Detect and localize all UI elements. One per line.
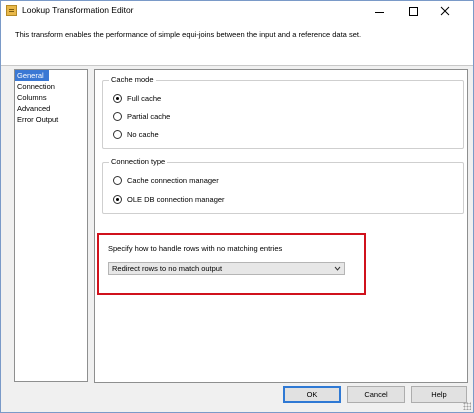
connection-type-group: Connection type Cache connection manager… — [102, 157, 464, 214]
maximize-icon — [408, 6, 418, 16]
radio-full-cache[interactable]: Full cache — [113, 93, 161, 104]
close-icon — [440, 6, 450, 16]
radio-label: Full cache — [127, 94, 162, 103]
window-title: Lookup Transformation Editor — [22, 5, 134, 15]
general-page-panel: Cache mode Full cache Partial cache No c… — [94, 69, 468, 383]
resize-grip[interactable] — [463, 402, 471, 410]
radio-partial-cache[interactable]: Partial cache — [113, 111, 170, 122]
chevron-down-icon — [334, 266, 341, 271]
radio-indicator[interactable] — [113, 195, 122, 204]
nav-item-columns[interactable]: Columns — [15, 92, 87, 103]
cache-mode-group: Cache mode Full cache Partial cache No c… — [102, 75, 464, 149]
help-button[interactable]: Help — [411, 386, 467, 403]
radio-oledb-connection-manager[interactable]: OLE DB connection manager — [113, 194, 225, 205]
radio-label: Partial cache — [127, 112, 171, 121]
radio-indicator[interactable] — [113, 94, 122, 103]
header-divider — [1, 65, 473, 66]
minimize-icon — [374, 11, 384, 13]
cache-mode-title: Cache mode — [109, 75, 156, 84]
radio-indicator[interactable] — [113, 130, 122, 139]
connection-type-title: Connection type — [109, 157, 168, 166]
title-bar[interactable]: Lookup Transformation Editor — [1, 1, 473, 21]
close-button[interactable] — [429, 1, 461, 21]
nav-item-general[interactable]: General — [15, 70, 49, 81]
no-match-dropdown[interactable]: Redirect rows to no match output — [108, 262, 345, 275]
radio-indicator[interactable] — [113, 112, 122, 121]
app-icon — [6, 5, 17, 16]
radio-no-cache[interactable]: No cache — [113, 129, 159, 140]
ok-button[interactable]: OK — [283, 386, 341, 403]
no-match-selected-value: Redirect rows to no match output — [112, 264, 223, 273]
radio-label: OLE DB connection manager — [127, 195, 225, 204]
maximize-button[interactable] — [397, 1, 429, 21]
header-area: This transform enables the performance o… — [1, 21, 473, 66]
radio-cache-connection-manager[interactable]: Cache connection manager — [113, 175, 219, 186]
lookup-editor-window: Lookup Transformation Editor This transf… — [0, 0, 474, 413]
minimize-button[interactable] — [363, 1, 395, 21]
nav-item-advanced[interactable]: Advanced — [15, 103, 87, 114]
radio-label: No cache — [127, 130, 159, 139]
radio-indicator[interactable] — [113, 176, 122, 185]
nav-item-error-output[interactable]: Error Output — [15, 114, 87, 125]
no-match-label: Specify how to handle rows with no match… — [108, 244, 283, 253]
page-nav-list: General Connection Columns Advanced Erro… — [14, 69, 88, 382]
editor-description: This transform enables the performance o… — [15, 30, 362, 39]
cancel-button[interactable]: Cancel — [347, 386, 405, 403]
radio-label: Cache connection manager — [127, 176, 219, 185]
nav-item-connection[interactable]: Connection — [15, 81, 87, 92]
no-match-highlight-box: Specify how to handle rows with no match… — [97, 233, 366, 295]
